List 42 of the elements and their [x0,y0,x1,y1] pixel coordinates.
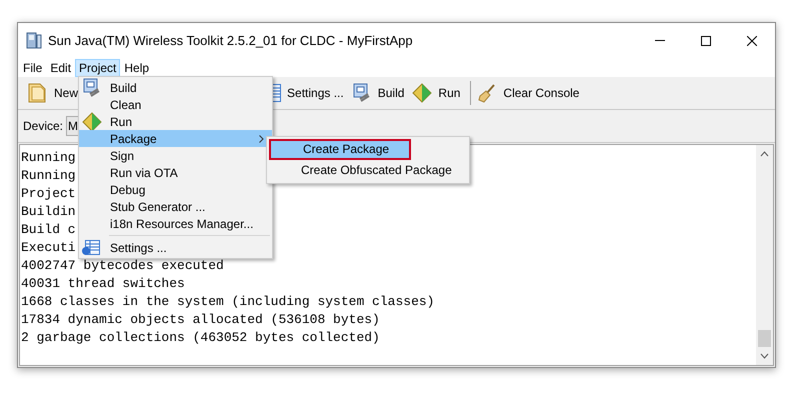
menu-item[interactable]: Clean [79,96,272,113]
toolbar-button[interactable]: Build [350,80,406,106]
device-label: Device: [23,118,64,135]
scrollbar[interactable] [756,145,773,365]
menu-item[interactable]: Stub Generator ... [79,198,272,215]
menu-item[interactable]: Edit [46,58,76,76]
console-line: Running [21,149,76,167]
close-icon [747,36,757,46]
toolbar-button[interactable]: New [24,80,80,106]
window-title: Sun Java(TM) Wireless Toolkit 2.5.2_01 for CLDC - MyFirstApp [48,32,413,50]
toolbar-button[interactable]: Run [410,80,462,106]
document-icon [26,82,48,104]
menu-item[interactable]: Debug [79,181,272,198]
settings-icon [82,240,100,256]
diamond-icon [412,83,432,103]
console-line: Project [21,185,76,203]
build-icon [352,83,372,103]
menu-item[interactable]: Create Obfuscated Package [267,160,469,181]
console-line: Executi [21,239,76,257]
menu-item[interactable]: File [19,58,46,76]
menu-item[interactable]: Build [79,79,272,96]
scroll-thumb[interactable] [758,330,771,347]
console-line: Running [21,167,76,185]
app-icon [26,32,42,49]
console-line: Build c [21,221,76,239]
toolbar-button[interactable]: Clear Console [475,80,582,106]
menu-item[interactable]: Project [75,58,120,76]
menu-item[interactable]: Create Package [269,139,411,160]
console-line: 17834 dynamic objects allocated (536108 bytes) [21,311,380,329]
console-line: 2 garbage collections (463052 bytes collected) [21,329,380,347]
build-icon [82,78,102,98]
console-line: Buildin [21,203,76,221]
broom-icon [477,83,498,103]
console-line: 40031 thread switches [21,275,185,293]
console-line: 4002747 bytecodes executed [21,257,224,275]
menu-item[interactable]: i18n Resources Manager... [79,215,272,232]
menu-item[interactable]: Help [120,58,154,76]
console-line: 1668 classes in the system (including system classes) [21,293,434,311]
menu-item[interactable]: Package [79,130,272,147]
minimize-icon [655,40,665,41]
menu-item[interactable]: Settings ... [79,239,272,256]
maximize-icon [701,36,711,46]
